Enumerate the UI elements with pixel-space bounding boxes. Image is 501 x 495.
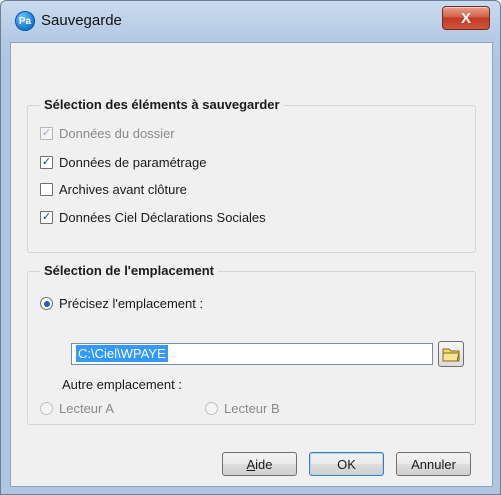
- radio-row-reader-b[interactable]: Lecteur B: [205, 401, 280, 416]
- elements-group: Sélection des éléments à sauvegarder ✓ D…: [27, 97, 476, 253]
- browse-folder-button[interactable]: [438, 341, 464, 367]
- radio-reader-a-label: Lecteur A: [59, 401, 114, 416]
- path-input-value: C:\Ciel\WPAYE: [76, 345, 168, 362]
- radio-row-reader-a[interactable]: Lecteur A: [40, 401, 114, 416]
- checkbox-dossier-label: Données du dossier: [59, 126, 175, 141]
- ok-button[interactable]: OK: [309, 452, 384, 476]
- help-button[interactable]: Aide: [222, 452, 297, 476]
- checkbox-archives[interactable]: [40, 183, 53, 196]
- other-location-label: Autre emplacement :: [62, 377, 182, 392]
- app-icon: Pa: [15, 11, 35, 31]
- path-input[interactable]: C:\Ciel\WPAYE: [71, 343, 433, 365]
- checkbox-dossier[interactable]: ✓: [40, 127, 53, 140]
- checkbox-declarations-label: Données Ciel Déclarations Sociales: [59, 210, 266, 225]
- checkbox-parametrage[interactable]: ✓: [40, 156, 53, 169]
- dialog-body: Sélection des éléments à sauvegarder ✓ D…: [10, 42, 493, 487]
- ok-button-label: OK: [337, 456, 356, 472]
- check-icon: ✓: [41, 211, 52, 223]
- radio-precise-label: Précisez l'emplacement :: [59, 296, 204, 311]
- checkbox-row-declarations[interactable]: ✓ Données Ciel Déclarations Sociales: [40, 210, 266, 225]
- cancel-button[interactable]: Annuler: [396, 452, 471, 476]
- checkbox-archives-label: Archives avant clôture: [59, 182, 187, 197]
- checkbox-row-parametrage[interactable]: ✓ Données de paramétrage: [40, 155, 206, 170]
- radio-row-precise[interactable]: Précisez l'emplacement :: [40, 296, 203, 311]
- radio-reader-a[interactable]: [40, 402, 53, 415]
- radio-reader-b-label: Lecteur B: [224, 401, 280, 416]
- radio-precise[interactable]: [40, 297, 53, 310]
- close-icon: X: [460, 9, 471, 27]
- checkbox-parametrage-label: Données de paramétrage: [59, 155, 207, 170]
- checkbox-row-archives[interactable]: Archives avant clôture: [40, 182, 187, 197]
- other-location-row: Autre emplacement :: [62, 377, 182, 392]
- location-group: Sélection de l'emplacement Précisez l'em…: [27, 263, 476, 425]
- check-icon: ✓: [41, 127, 52, 139]
- checkbox-row-dossier[interactable]: ✓ Données du dossier: [40, 126, 175, 141]
- title-bar[interactable]: Pa Sauvegarde X: [1, 1, 500, 41]
- elements-group-title: Sélection des éléments à sauvegarder: [40, 97, 284, 112]
- radio-reader-b[interactable]: [205, 402, 218, 415]
- help-button-label: ide: [255, 456, 273, 472]
- location-group-title: Sélection de l'emplacement: [40, 263, 218, 278]
- folder-icon: [442, 348, 460, 362]
- dialog-window: Pa Sauvegarde X Sélection des éléments à…: [0, 0, 501, 495]
- cancel-button-label: Annuler: [411, 456, 456, 472]
- help-button-mnemonic: A: [246, 456, 256, 472]
- window-title: Sauvegarde: [41, 12, 122, 29]
- checkbox-declarations[interactable]: ✓: [40, 211, 53, 224]
- close-button[interactable]: X: [442, 6, 490, 30]
- check-icon: ✓: [41, 156, 52, 168]
